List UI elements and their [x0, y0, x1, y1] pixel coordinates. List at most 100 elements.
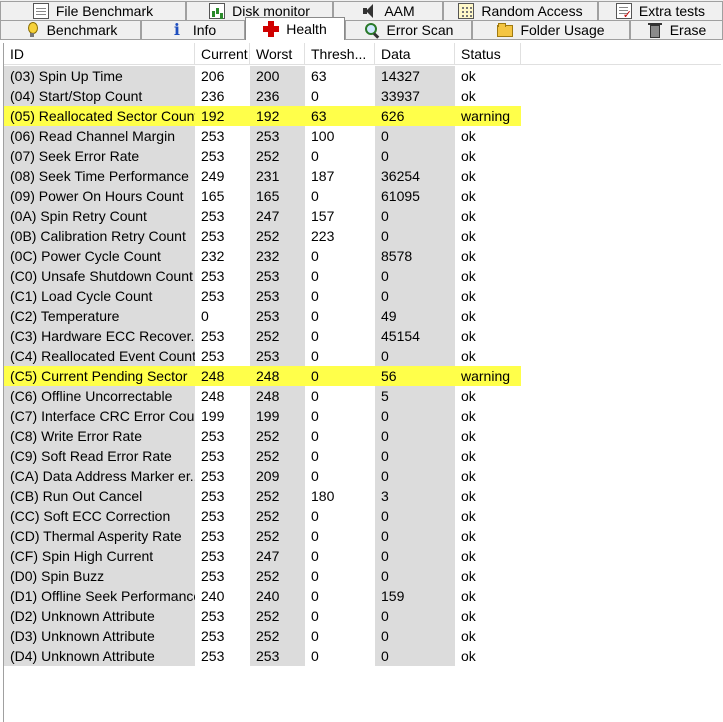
cell-worst: 252: [250, 146, 305, 166]
cell-status: ok: [461, 248, 476, 264]
tab-divider: [0, 39, 723, 40]
column-header-data[interactable]: Data: [375, 43, 455, 65]
cell-id: (D1) Offline Seek Performance: [4, 586, 195, 606]
column-header-threshold[interactable]: Thresh...: [305, 43, 375, 65]
cell-data: 36254: [375, 166, 455, 186]
tab-label: Info: [192, 22, 217, 38]
table-row[interactable]: (CC) Soft ECC Correction 253 252 0 0 ok: [4, 506, 721, 526]
cell-threshold: 0: [311, 288, 319, 304]
cell-worst: 252: [250, 486, 305, 506]
cell-data: 45154: [375, 326, 455, 346]
cell-id: (C0) Unsafe Shutdown Count: [4, 266, 195, 286]
cell-data: 0: [375, 466, 455, 486]
table-row[interactable]: (D0) Spin Buzz 253 252 0 0 ok: [4, 566, 721, 586]
table-row[interactable]: (C6) Offline Uncorrectable 248 248 0 5 ok: [4, 386, 721, 406]
table-row[interactable]: (D2) Unknown Attribute 253 252 0 0 ok: [4, 606, 721, 626]
cell-current: 253: [201, 488, 225, 504]
cell-id: (D3) Unknown Attribute: [4, 626, 195, 646]
table-row[interactable]: (D1) Offline Seek Performance 240 240 0 159 o…: [4, 586, 721, 606]
tab-label: Folder Usage: [520, 22, 605, 38]
tab-health[interactable]: Health: [245, 17, 345, 40]
table-row[interactable]: (C9) Soft Read Error Rate 253 252 0 0 ok: [4, 446, 721, 466]
cell-threshold: 0: [311, 268, 319, 284]
cell-id: (06) Read Channel Margin: [4, 126, 195, 146]
cell-current: 253: [201, 468, 225, 484]
cell-worst: 252: [250, 226, 305, 246]
cell-data: 5: [375, 386, 455, 406]
table-row[interactable]: (CF) Spin High Current 253 247 0 0 ok: [4, 546, 721, 566]
trash-icon: [647, 22, 663, 38]
table-row[interactable]: (D4) Unknown Attribute 253 253 0 0 ok: [4, 646, 721, 666]
cell-current: 253: [201, 528, 225, 544]
cell-id: (C7) Interface CRC Error Count: [4, 406, 195, 426]
table-row[interactable]: (0C) Power Cycle Count 232 232 0 8578 ok: [4, 246, 721, 266]
cell-threshold: 63: [305, 106, 375, 126]
cell-worst: 252: [250, 606, 305, 626]
cell-worst: 253: [250, 306, 305, 326]
tab-label: Random Access: [481, 3, 583, 19]
cell-current: 0: [201, 308, 209, 324]
table-row[interactable]: (04) Start/Stop Count 236 236 0 33937 ok: [4, 86, 721, 106]
tab-benchmark[interactable]: Benchmark: [0, 20, 141, 39]
table-header: ID Current Worst Thresh... Data Status: [4, 43, 721, 65]
cell-current: 253: [201, 148, 225, 164]
table-row[interactable]: (C0) Unsafe Shutdown Count 253 253 0 0 ok: [4, 266, 721, 286]
cell-status: ok: [461, 268, 476, 284]
cell-status: ok: [461, 148, 476, 164]
tab-aam[interactable]: AAM: [333, 1, 443, 20]
cell-status: ok: [461, 228, 476, 244]
table-row[interactable]: (C7) Interface CRC Error Count 199 199 0 0 ok: [4, 406, 721, 426]
table-row[interactable]: (C5) Current Pending Sector 248 248 0 56 warn…: [4, 366, 721, 386]
table-row[interactable]: (C3) Hardware ECC Recover... 253 252 0 45154…: [4, 326, 721, 346]
column-header-worst[interactable]: Worst: [250, 43, 305, 65]
tab-label: Health: [286, 21, 327, 37]
column-header-current[interactable]: Current: [195, 43, 250, 65]
cell-data: 0: [375, 226, 455, 246]
tab-random-access[interactable]: Random Access: [443, 1, 598, 20]
column-header-status[interactable]: Status: [455, 43, 521, 65]
column-header-id[interactable]: ID: [4, 43, 195, 65]
cell-status: ok: [461, 168, 476, 184]
table-row[interactable]: (0A) Spin Retry Count 253 247 157 0 ok: [4, 206, 721, 226]
cell-worst: 247: [250, 206, 305, 226]
table-row[interactable]: (06) Read Channel Margin 253 253 100 0 ok: [4, 126, 721, 146]
cell-threshold: 0: [311, 328, 319, 344]
tab-file-benchmark[interactable]: File Benchmark: [0, 1, 186, 20]
cell-threshold: 0: [311, 188, 319, 204]
table-row[interactable]: (07) Seek Error Rate 253 252 0 0 ok: [4, 146, 721, 166]
table-row[interactable]: (CD) Thermal Asperity Rate 253 252 0 0 ok: [4, 526, 721, 546]
tab-extra-tests[interactable]: Extra tests: [598, 1, 723, 20]
cell-status: ok: [461, 328, 476, 344]
cell-worst: 252: [250, 526, 305, 546]
cell-threshold: 0: [311, 508, 319, 524]
tab-info[interactable]: Info: [141, 20, 245, 39]
table-row[interactable]: (CA) Data Address Marker er... 253 209 0 0 ok: [4, 466, 721, 486]
table-row[interactable]: (D3) Unknown Attribute 253 252 0 0 ok: [4, 626, 721, 646]
health-attribute-list[interactable]: ID Current Worst Thresh... Data Status (…: [3, 43, 723, 722]
cell-worst: 232: [250, 246, 305, 266]
cell-data: 0: [375, 206, 455, 226]
table-row[interactable]: (09) Power On Hours Count 165 165 0 61095 ok: [4, 186, 721, 206]
table-row[interactable]: (05) Reallocated Sector Count 192 192 63 626…: [4, 106, 721, 126]
cell-worst: 199: [250, 406, 305, 426]
tab-error-scan[interactable]: Error Scan: [345, 20, 472, 39]
cell-worst: 231: [250, 166, 305, 186]
tab-folder-usage[interactable]: Folder Usage: [472, 20, 630, 39]
table-row[interactable]: (C4) Reallocated Event Count 253 253 0 0 ok: [4, 346, 721, 366]
table-row[interactable]: (C2) Temperature 0 253 0 49 ok: [4, 306, 721, 326]
table-row[interactable]: (0B) Calibration Retry Count 253 252 223 0 ok: [4, 226, 721, 246]
cell-data: 3: [375, 486, 455, 506]
cell-id: (C5) Current Pending Sector: [4, 366, 195, 386]
table-row[interactable]: (08) Seek Time Performance 249 231 187 36254…: [4, 166, 721, 186]
cell-data: 0: [375, 646, 455, 666]
cell-status: ok: [461, 88, 476, 104]
table-row[interactable]: (03) Spin Up Time 206 200 63 14327 ok: [4, 66, 721, 86]
table-row[interactable]: (CB) Run Out Cancel 253 252 180 3 ok: [4, 486, 721, 506]
cell-threshold: 100: [311, 128, 335, 144]
cell-worst: 252: [250, 566, 305, 586]
tab-erase[interactable]: Erase: [630, 20, 723, 39]
cell-status: ok: [461, 68, 476, 84]
table-row[interactable]: (C1) Load Cycle Count 253 253 0 0 ok: [4, 286, 721, 306]
cell-threshold: 0: [311, 88, 319, 104]
table-row[interactable]: (C8) Write Error Rate 253 252 0 0 ok: [4, 426, 721, 446]
